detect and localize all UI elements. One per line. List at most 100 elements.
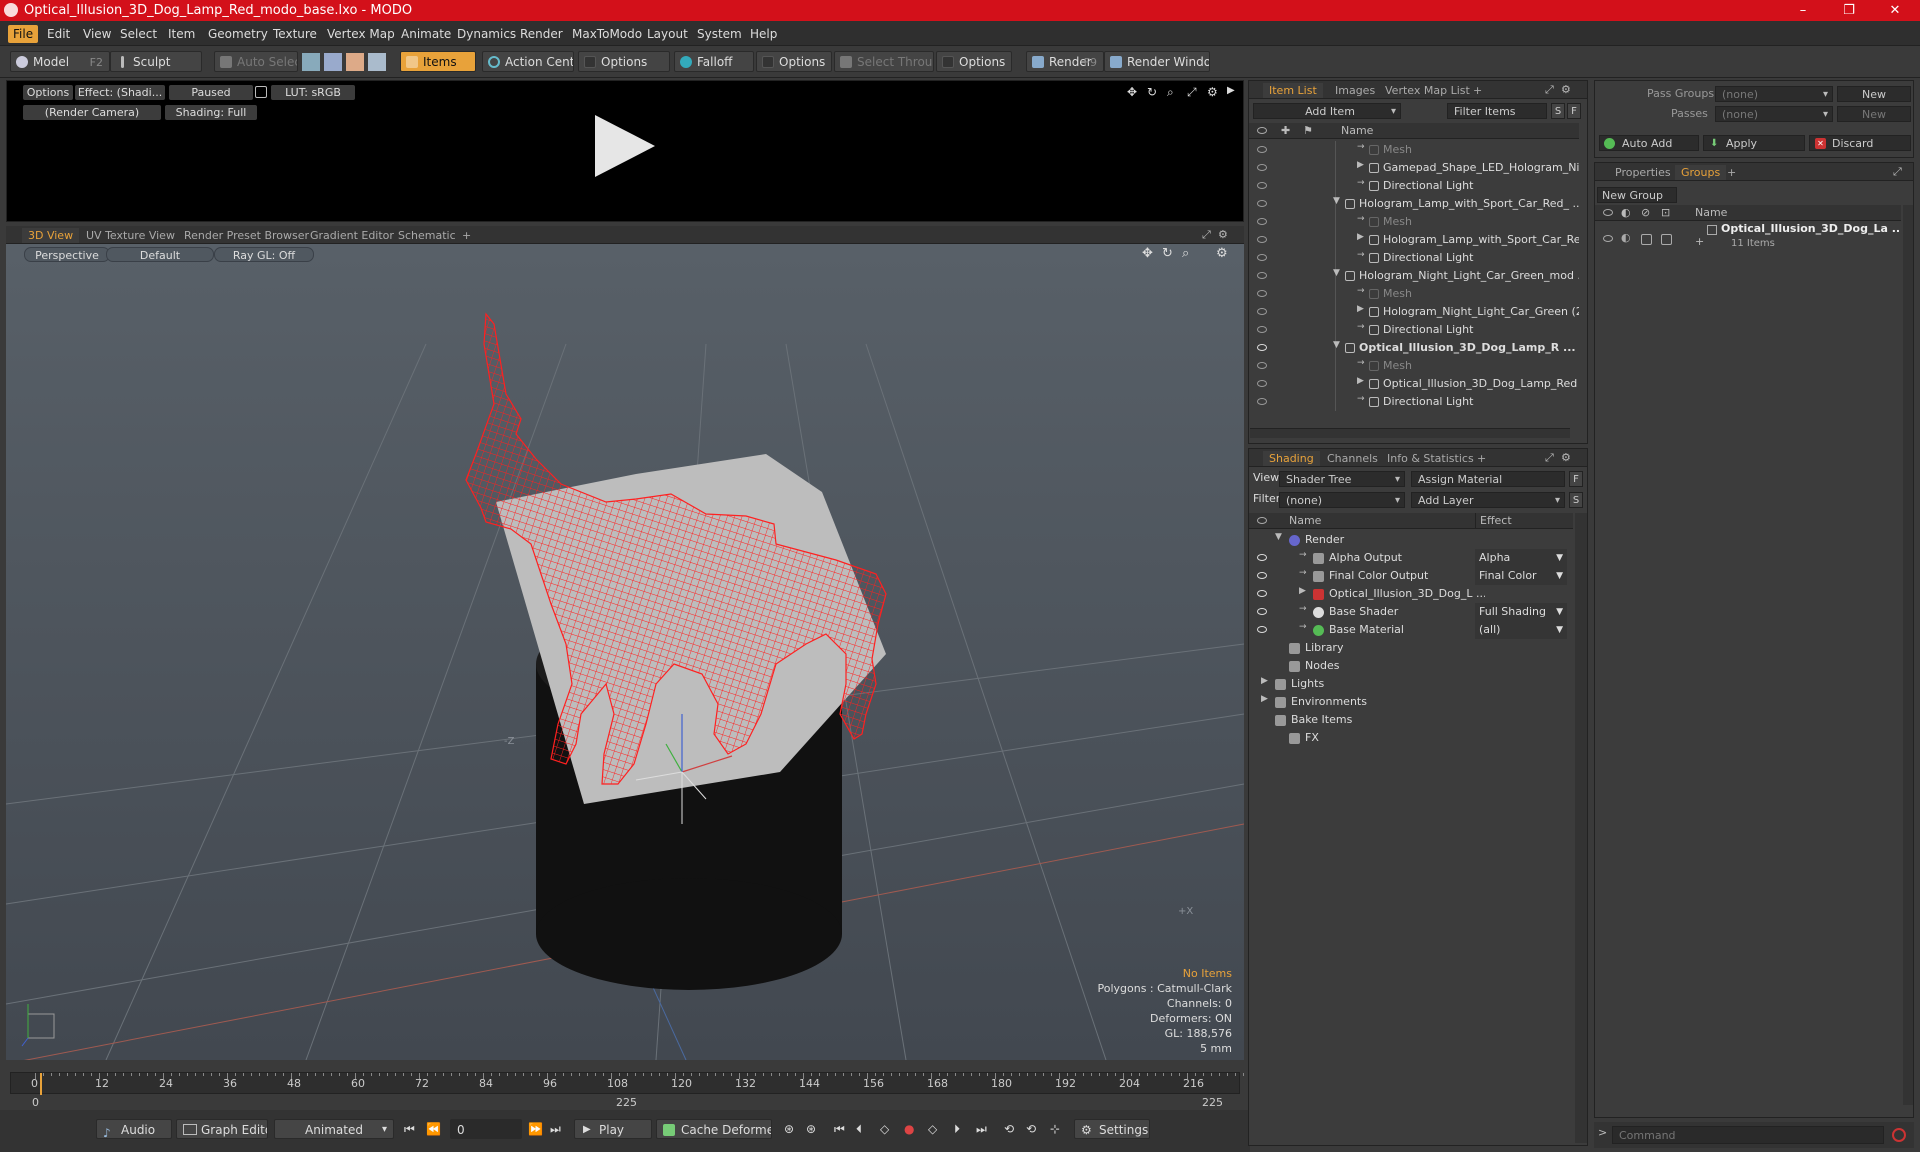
item-list-row[interactable]: → Directional Light	[1249, 321, 1579, 339]
preview-lut-dropdown[interactable]: LUT: sRGB	[271, 85, 355, 100]
items-mode-button[interactable]: Items	[400, 51, 476, 72]
key-tool-icon[interactable]: ⊛	[784, 1122, 794, 1136]
preview-effect-dropdown[interactable]: Effect: (Shadi...	[75, 85, 165, 100]
tab-properties[interactable]: Properties	[1609, 165, 1677, 180]
menu-dynamics[interactable]: Dynamics	[452, 25, 521, 43]
menu-render[interactable]: Render	[515, 25, 568, 43]
item-list-scrollbar[interactable]	[1250, 428, 1570, 438]
maximize-panel-icon[interactable]: ⤢	[1545, 451, 1554, 465]
item-list-row[interactable]: ▼ Hologram_Night_Light_Car_Green_mod ...	[1249, 267, 1579, 285]
shader-effect-dropdown[interactable]: (all) ▼	[1475, 621, 1567, 639]
item-list-row[interactable]: → Mesh	[1249, 285, 1579, 303]
eye-icon[interactable]	[1257, 146, 1267, 153]
eye-icon[interactable]	[1257, 164, 1267, 171]
item-list-row[interactable]: ▶ Hologram_Lamp_with_Sport_Car_Red...	[1249, 231, 1579, 249]
menu-vertex-map[interactable]: Vertex Map	[322, 25, 400, 43]
eye-icon[interactable]	[1257, 326, 1267, 333]
menu-item[interactable]: Item	[163, 25, 200, 43]
passes-dropdown[interactable]: (none)	[1715, 106, 1833, 122]
eye-icon[interactable]	[1257, 308, 1267, 315]
action-center-options-button[interactable]: Options	[578, 51, 670, 72]
play-button[interactable]: ▶ Play	[574, 1119, 652, 1139]
expand-icon[interactable]: →	[1357, 322, 1365, 332]
loop-icon[interactable]: ⟲	[1004, 1122, 1014, 1136]
shader-tree-row[interactable]: FX	[1249, 729, 1573, 747]
shader-tree-row[interactable]: Nodes	[1249, 657, 1573, 675]
expand-icon[interactable]: →	[1299, 550, 1307, 560]
add-layer-dropdown[interactable]: Add Layer	[1411, 492, 1565, 508]
timeline[interactable]: 0 12 24 36 48 60 72 84 96 108 120 132 144 156 168 180 19…	[6, 1066, 1244, 1110]
maximize-button[interactable]: ❐	[1826, 0, 1872, 21]
menu-view[interactable]: View	[78, 25, 116, 43]
menu-layout[interactable]: Layout	[642, 25, 693, 43]
prev-key-icon[interactable]: ⏴	[856, 1122, 862, 1137]
render-button[interactable]: Render F9	[1026, 51, 1104, 72]
shader-effect-dropdown[interactable]: Final Color ▼	[1475, 567, 1567, 585]
eye-icon[interactable]	[1257, 200, 1267, 207]
shader-tree-row[interactable]: → Base Material (all) ▼	[1249, 621, 1573, 639]
shading-scrollbar[interactable]	[1575, 513, 1587, 1143]
gear-icon[interactable]: ⚙	[1207, 85, 1218, 99]
group-row[interactable]: ◐ + Optical_Illusion_3D_Dog_La ... 11 It…	[1595, 222, 1901, 257]
filter-items-input[interactable]: Filter Items	[1447, 103, 1547, 119]
expand-icon[interactable]: ▼	[1333, 340, 1340, 350]
gear-icon[interactable]: ⚙	[1561, 451, 1571, 464]
action-center-button[interactable]: Action Center	[482, 51, 574, 72]
close-button[interactable]: ✕	[1872, 0, 1918, 21]
maximize-panel-icon[interactable]: ⤢	[1893, 165, 1902, 179]
3d-viewport[interactable]: Perspective Default Ray GL: Off ✥ ↻ ⌕ ⚙	[6, 244, 1244, 1060]
expand-icon[interactable]: ▼	[1333, 268, 1340, 278]
eye-icon[interactable]	[1257, 254, 1267, 261]
tab-schematic[interactable]: Schematic	[392, 228, 462, 243]
add-tab-button[interactable]: +	[456, 228, 477, 243]
gear-icon[interactable]: ⚙	[1561, 83, 1571, 96]
minimize-button[interactable]: –	[1780, 0, 1826, 21]
tab-shading[interactable]: Shading	[1263, 451, 1320, 466]
item-list-row[interactable]: ▼ Hologram_Lamp_with_Sport_Car_Red_ ...	[1249, 195, 1579, 213]
select-options-button[interactable]: Options	[936, 51, 1012, 72]
maximize-view-icon[interactable]: ⤢	[1187, 85, 1197, 100]
shader-tree-row[interactable]: ▶ Lights	[1249, 675, 1573, 693]
preview-camera-dropdown[interactable]: (Render Camera)	[23, 105, 161, 120]
shader-tree-row[interactable]: → Base Shader Full Shading ▼	[1249, 603, 1573, 621]
add-tab-button[interactable]: +	[1471, 451, 1492, 466]
vertex-mode-icon[interactable]	[302, 53, 320, 71]
graph-editor-button[interactable]: Graph Editor	[176, 1119, 268, 1139]
expand-icon[interactable]: ▶	[1261, 694, 1268, 704]
expand-icon[interactable]: +	[1695, 235, 1704, 248]
next-key-icon[interactable]: ⏭	[976, 1122, 987, 1137]
pass-groups-dropdown[interactable]: (none)	[1715, 86, 1833, 102]
new-group-button[interactable]: New Group	[1597, 187, 1677, 203]
lock-checkbox[interactable]	[1641, 234, 1652, 245]
model-mode-button[interactable]: Model F2	[10, 51, 110, 72]
add-tab-button[interactable]: +	[1467, 83, 1488, 98]
tab-info-statistics[interactable]: Info & Statistics	[1381, 451, 1480, 466]
tab-vertex-map-list[interactable]: Vertex Map List	[1379, 83, 1476, 98]
view-dropdown[interactable]: Shader Tree	[1279, 471, 1405, 487]
preview-paused-button[interactable]: Paused	[169, 85, 253, 100]
expand-icon[interactable]: →	[1299, 622, 1307, 632]
item-list-row[interactable]: → Directional Light	[1249, 393, 1579, 411]
eye-icon[interactable]	[1257, 380, 1267, 387]
maximize-panel-icon[interactable]: ⤢	[1545, 83, 1554, 97]
eye-icon[interactable]	[1257, 182, 1267, 189]
menu-animate[interactable]: Animate	[396, 25, 456, 43]
key-icon[interactable]: ◇	[928, 1122, 937, 1136]
add-tab-button[interactable]: +	[1721, 165, 1742, 180]
expand-icon[interactable]: →	[1357, 358, 1365, 368]
item-list-row[interactable]: ▶ Optical_Illusion_3D_Dog_Lamp_Red (2)	[1249, 375, 1579, 393]
step-back-icon[interactable]: ⏪	[426, 1122, 441, 1136]
tab-gradient-editor[interactable]: Gradient Editor	[304, 228, 400, 243]
tab-groups[interactable]: Groups	[1675, 165, 1727, 180]
eye-icon[interactable]	[1257, 218, 1267, 225]
expand-icon[interactable]: →	[1357, 214, 1365, 224]
eye-icon[interactable]	[1603, 235, 1613, 242]
item-list-row[interactable]: → Mesh	[1249, 141, 1579, 159]
eye-icon[interactable]	[1257, 290, 1267, 297]
new-pass-group-button[interactable]: New	[1837, 86, 1911, 102]
filter-s-button[interactable]: S	[1551, 103, 1565, 119]
animated-dropdown[interactable]: Animated ▾	[274, 1119, 394, 1139]
eye-icon[interactable]	[1257, 554, 1267, 561]
shader-tree-row[interactable]: → Final Color Output Final Color ▼	[1249, 567, 1573, 585]
item-list-row[interactable]: ▼ Optical_Illusion_3D_Dog_Lamp_R ...	[1249, 339, 1579, 357]
